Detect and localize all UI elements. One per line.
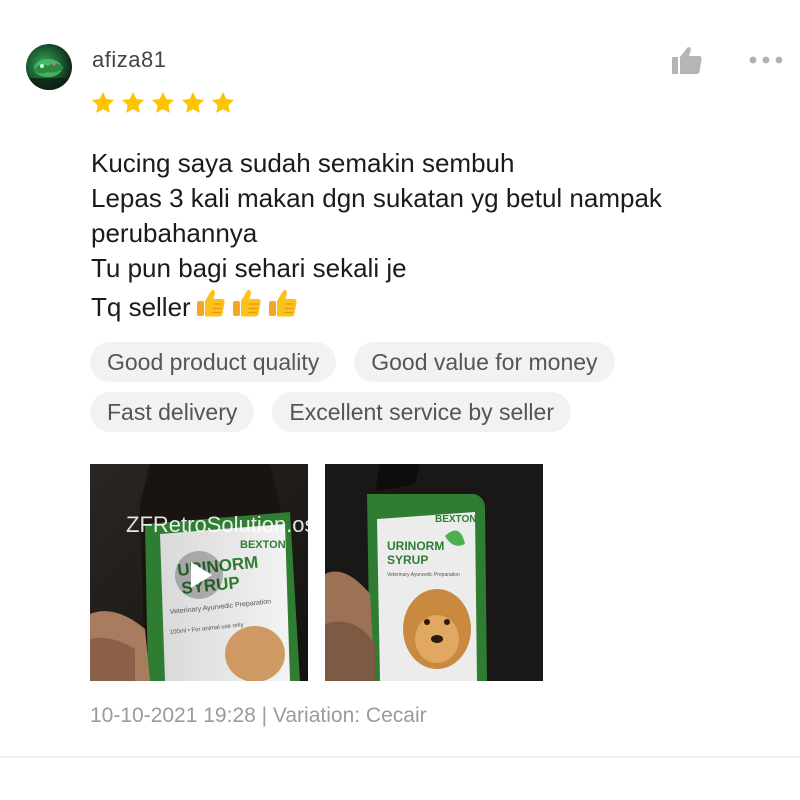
star-icon (120, 90, 146, 116)
divider (0, 756, 800, 758)
review-line: perubahannya (91, 218, 258, 248)
emoji-group (193, 286, 299, 329)
more-options-button[interactable] (746, 50, 786, 70)
label-text: BEXTON (240, 539, 286, 551)
star-icon (210, 90, 236, 116)
label-text: SYRUP (387, 553, 428, 567)
review-image-thumbnail[interactable]: BEXTON URINORM SYRUP Veterinary Ayurvedi… (325, 464, 543, 681)
star-icon (150, 90, 176, 116)
like-button[interactable] (668, 44, 706, 78)
review-line-text: Tq seller (91, 292, 191, 322)
thumbs-up-emoji (265, 286, 299, 329)
thumbs-up-icon (672, 46, 702, 74)
review-meta: 10-10-2021 19:28 | Variation: Cecair (90, 704, 427, 727)
review-line: Tu pun bagi sehari sekali je (91, 253, 407, 283)
tag-chip[interactable]: Excellent service by seller (272, 392, 571, 432)
review-line: Kucing saya sudah semakin sembuh (91, 148, 515, 178)
thumbs-up-emoji (193, 286, 227, 329)
review-tags: Good product quality Good value for mone… (90, 342, 710, 442)
star-icon (90, 90, 116, 116)
label-text: BEXTON (435, 514, 477, 525)
review-text: Kucing saya sudah semakin sembuh Lepas 3… (91, 146, 771, 329)
label-text: Veterinary Ayurvedic Preparation (387, 572, 460, 578)
review-line-last: Tq seller (91, 286, 771, 329)
review-card: afiza81 Kucing saya sudah semakin sembuh… (0, 0, 800, 800)
avatar[interactable] (26, 44, 72, 90)
tag-chip[interactable]: Good product quality (90, 342, 337, 382)
tag-chip[interactable]: Fast delivery (90, 392, 255, 432)
label-text: URINORM (387, 539, 444, 553)
review-line: Lepas 3 kali makan dgn sukatan yg betul … (91, 183, 662, 213)
star-icon (180, 90, 206, 116)
star-rating (90, 90, 236, 116)
play-button[interactable] (167, 547, 231, 603)
play-icon (175, 551, 223, 599)
more-options-icon (749, 56, 783, 64)
tag-chip[interactable]: Good value for money (354, 342, 615, 382)
reviewer-username[interactable]: afiza81 (92, 47, 166, 73)
thumbs-up-emoji (229, 286, 263, 329)
